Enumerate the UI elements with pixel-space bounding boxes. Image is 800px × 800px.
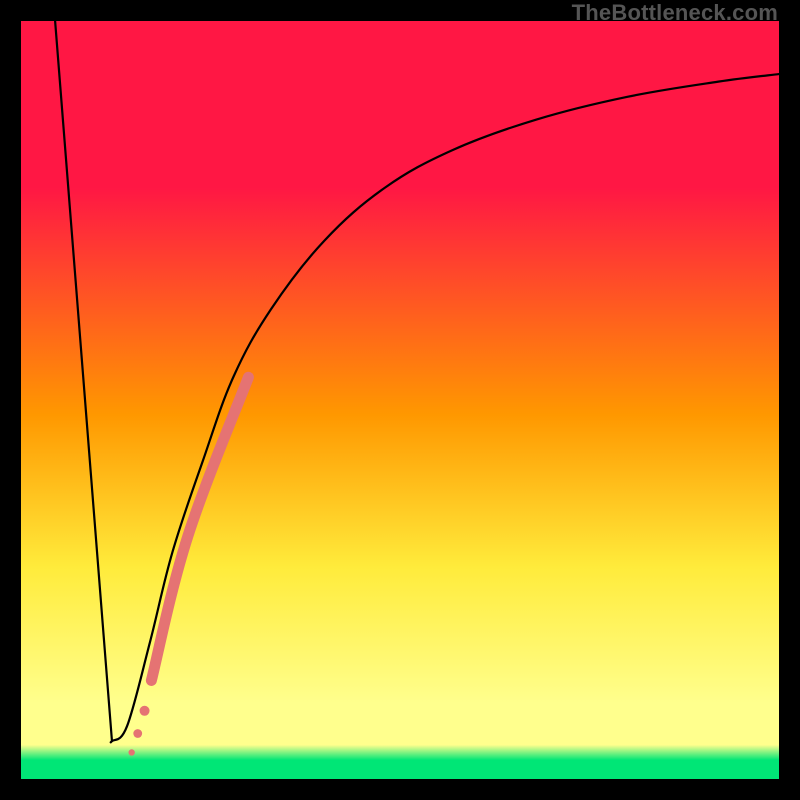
chart-container: TheBottleneck.com [0,0,800,800]
highlight-dot [128,749,134,755]
highlight-dot [140,706,150,716]
chart-svg [21,21,779,779]
chart-plot-area [21,21,779,779]
highlight-dot [133,729,142,738]
chart-background-gradient [21,21,779,779]
